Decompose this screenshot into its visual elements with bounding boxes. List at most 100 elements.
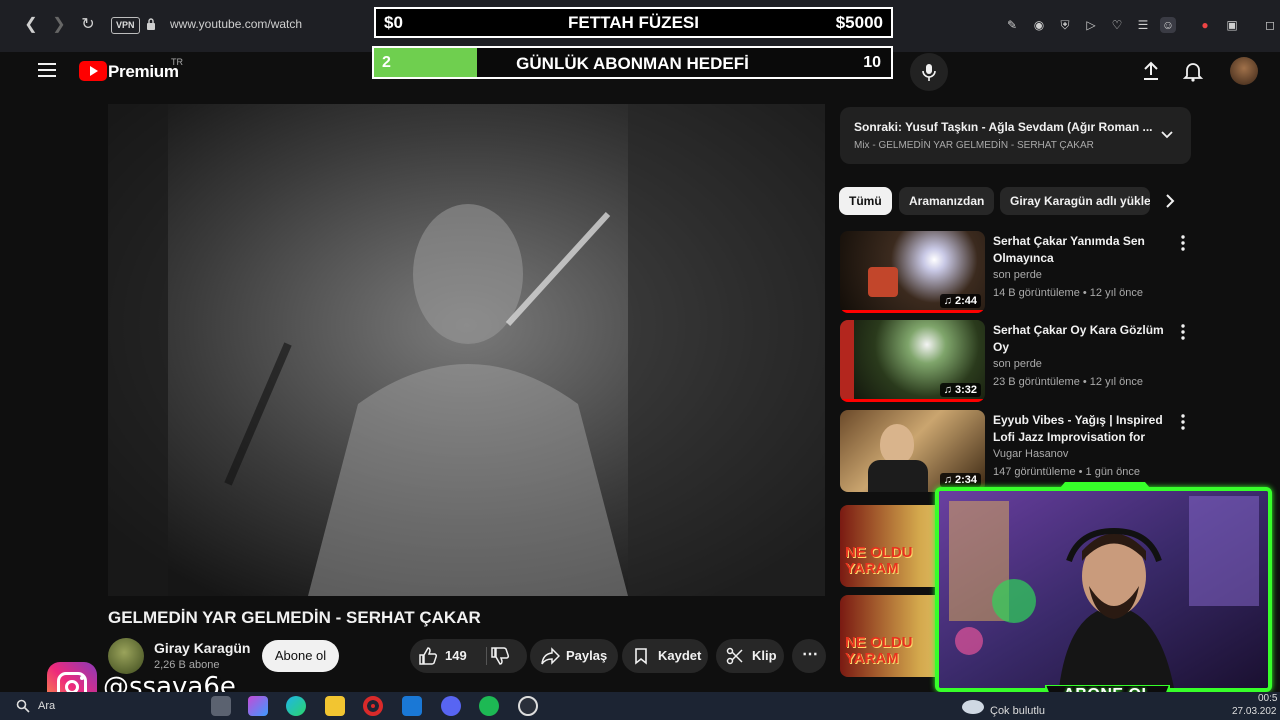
- youtube-premium-label[interactable]: Premium: [108, 62, 179, 82]
- more-vertical-icon[interactable]: [1180, 324, 1186, 340]
- account-avatar[interactable]: [1230, 57, 1258, 85]
- back-icon[interactable]: ❮: [20, 14, 42, 36]
- hamburger-menu-icon[interactable]: [38, 62, 56, 78]
- duration-badge: ♫ 2:34: [939, 473, 981, 487]
- donation-goal-target: $5000: [835, 13, 883, 32]
- duration-badge: ♫ 2:44: [939, 294, 981, 308]
- more-horizontal-icon: ⋯: [802, 646, 818, 663]
- extension-icon[interactable]: ●: [1197, 17, 1213, 33]
- video-thumbnail[interactable]: ♫ 3:32: [840, 320, 985, 402]
- recommendation-meta: 14 B görüntüleme • 12 yıl önce: [993, 287, 1143, 299]
- recommendation-title[interactable]: Serhat Çakar Oy Kara Gözlüm Oy: [993, 322, 1173, 356]
- up-next-title: Sonraki: Yusuf Taşkın - Ağla Sevdam (Ağı…: [854, 120, 1153, 134]
- mail-icon[interactable]: [402, 696, 422, 716]
- chip-channel-uploads[interactable]: Giray Karagün adlı yükle: [1000, 187, 1150, 215]
- webcam-overlay: [935, 487, 1272, 692]
- thumbnail-caption: NE OLDU YARAM: [845, 544, 913, 577]
- reload-icon[interactable]: ↻: [77, 14, 99, 36]
- play-icon[interactable]: ▷: [1083, 17, 1099, 33]
- more-vertical-icon[interactable]: [1180, 414, 1186, 430]
- clock-time[interactable]: 00:5: [1258, 693, 1277, 704]
- weather-status[interactable]: Çok bulutlu: [990, 705, 1045, 717]
- recommendation-title[interactable]: Serhat Çakar Yanımda Sen Olmayınca: [993, 233, 1173, 267]
- file-explorer-icon[interactable]: [325, 696, 345, 716]
- thumbnail-caption: NE OLDU YARAM: [845, 634, 913, 667]
- copilot-icon[interactable]: [248, 696, 268, 716]
- voice-search-button[interactable]: [910, 53, 948, 91]
- shield-icon[interactable]: ⛨: [1057, 17, 1073, 33]
- opera-icon[interactable]: [363, 696, 383, 716]
- cloud-icon: [962, 700, 984, 714]
- taskbar-search-label[interactable]: Ara: [38, 700, 55, 712]
- edge-icon[interactable]: [286, 696, 306, 716]
- chevron-down-icon[interactable]: [1160, 128, 1174, 142]
- donation-goal-title: FETTAH FÜZESI: [568, 13, 699, 32]
- upload-icon[interactable]: [1140, 60, 1162, 82]
- recommendation-channel[interactable]: son perde: [993, 358, 1042, 370]
- windows-taskbar: [0, 692, 1280, 720]
- clip-button[interactable]: Klip: [716, 639, 784, 673]
- spotify-icon[interactable]: [479, 696, 499, 716]
- clip-label: Klip: [752, 648, 777, 663]
- chevron-right-icon[interactable]: [1162, 193, 1178, 209]
- lock-icon: [147, 18, 155, 30]
- like-dislike-group: 149: [410, 639, 527, 673]
- more-actions-button[interactable]: ⋯: [792, 639, 826, 673]
- youtube-logo-icon[interactable]: [79, 61, 107, 81]
- subscribe-button[interactable]: Abone ol: [262, 640, 339, 672]
- address-bar[interactable]: www.youtube.com/watch: [170, 17, 302, 31]
- channel-name[interactable]: Giray Karagün: [154, 640, 250, 656]
- cube-icon[interactable]: ▣: [1224, 17, 1240, 33]
- window-icon[interactable]: ◻: [1262, 17, 1278, 33]
- up-next-panel[interactable]: Sonraki: Yusuf Taşkın - Ağla Sevdam (Ağı…: [840, 107, 1191, 164]
- channel-avatar[interactable]: [108, 638, 144, 674]
- watched-progress: [840, 399, 985, 402]
- donation-goal-bar: FETTAH FÜZESI $0 $5000: [374, 7, 893, 38]
- watched-progress: [840, 310, 985, 313]
- video-thumbnail[interactable]: ♫ 2:44: [840, 231, 985, 313]
- heart-icon[interactable]: ♡: [1109, 17, 1125, 33]
- video-thumbnail[interactable]: ♫ 2:34: [840, 410, 985, 492]
- thumbs-down-icon[interactable]: [490, 647, 510, 665]
- like-count[interactable]: 149: [445, 639, 467, 673]
- divider: [486, 647, 487, 665]
- more-vertical-icon[interactable]: [1180, 235, 1186, 251]
- channel-subscriber-count: 2,26 B abone: [154, 659, 220, 671]
- subscriber-goal-bar: GÜNLÜK ABONMAN HEDEFİ 2 10: [372, 46, 893, 79]
- scissors-icon: [726, 647, 743, 665]
- discord-icon[interactable]: [441, 696, 461, 716]
- chip-from-search[interactable]: Aramanızdan: [899, 187, 995, 215]
- list-item[interactable]: ♫ 2:34 Eyyub Vibes - Yağış | Inspired Lo…: [840, 410, 1190, 494]
- video-title: GELMEDİN YAR GELMEDİN - SERHAT ÇAKAR: [108, 608, 481, 627]
- recommendation-title[interactable]: Eyyub Vibes - Yağış | Inspired Lofi Jazz…: [993, 412, 1173, 446]
- menu-list-icon[interactable]: ☰: [1135, 17, 1151, 33]
- share-icon: [541, 647, 560, 665]
- vpn-badge[interactable]: VPN: [111, 17, 140, 34]
- share-label: Paylaş: [566, 648, 608, 663]
- search-icon[interactable]: [16, 699, 30, 713]
- share-button[interactable]: Paylaş: [530, 639, 618, 673]
- recommendation-channel[interactable]: son perde: [993, 269, 1042, 281]
- app-icon[interactable]: [211, 696, 231, 716]
- camera-icon[interactable]: ◉: [1031, 17, 1047, 33]
- bookmark-icon: [635, 648, 647, 665]
- recommendation-meta: 147 görüntüleme • 1 gün önce: [993, 466, 1140, 478]
- edit-icon[interactable]: ✎: [1004, 17, 1020, 33]
- obs-icon[interactable]: [518, 696, 538, 716]
- microphone-icon: [922, 64, 936, 81]
- forward-icon[interactable]: ❯: [48, 14, 70, 36]
- thumbs-up-icon[interactable]: [418, 647, 438, 665]
- video-player[interactable]: [108, 104, 825, 596]
- chip-all[interactable]: Tümü: [839, 187, 892, 215]
- video-frame: [108, 104, 825, 596]
- list-item[interactable]: ♫ 3:32 Serhat Çakar Oy Kara Gözlüm Oy so…: [840, 320, 1190, 404]
- list-item[interactable]: ♫ 2:44 Serhat Çakar Yanımda Sen Olmayınc…: [840, 231, 1190, 315]
- profile-icon[interactable]: ☺: [1160, 17, 1176, 33]
- save-button[interactable]: Kaydet: [622, 639, 708, 673]
- notifications-bell-icon[interactable]: [1182, 60, 1204, 82]
- subscriber-goal-title: GÜNLÜK ABONMAN HEDEFİ: [516, 54, 749, 73]
- up-next-subtitle: Mix - GELMEDİN YAR GELMEDİN - SERHAT ÇAK…: [854, 140, 1094, 151]
- clock-date[interactable]: 27.03.202: [1232, 706, 1277, 717]
- recommendation-channel[interactable]: Vugar Hasanov: [993, 448, 1068, 460]
- subscriber-goal-target: 10: [863, 54, 881, 71]
